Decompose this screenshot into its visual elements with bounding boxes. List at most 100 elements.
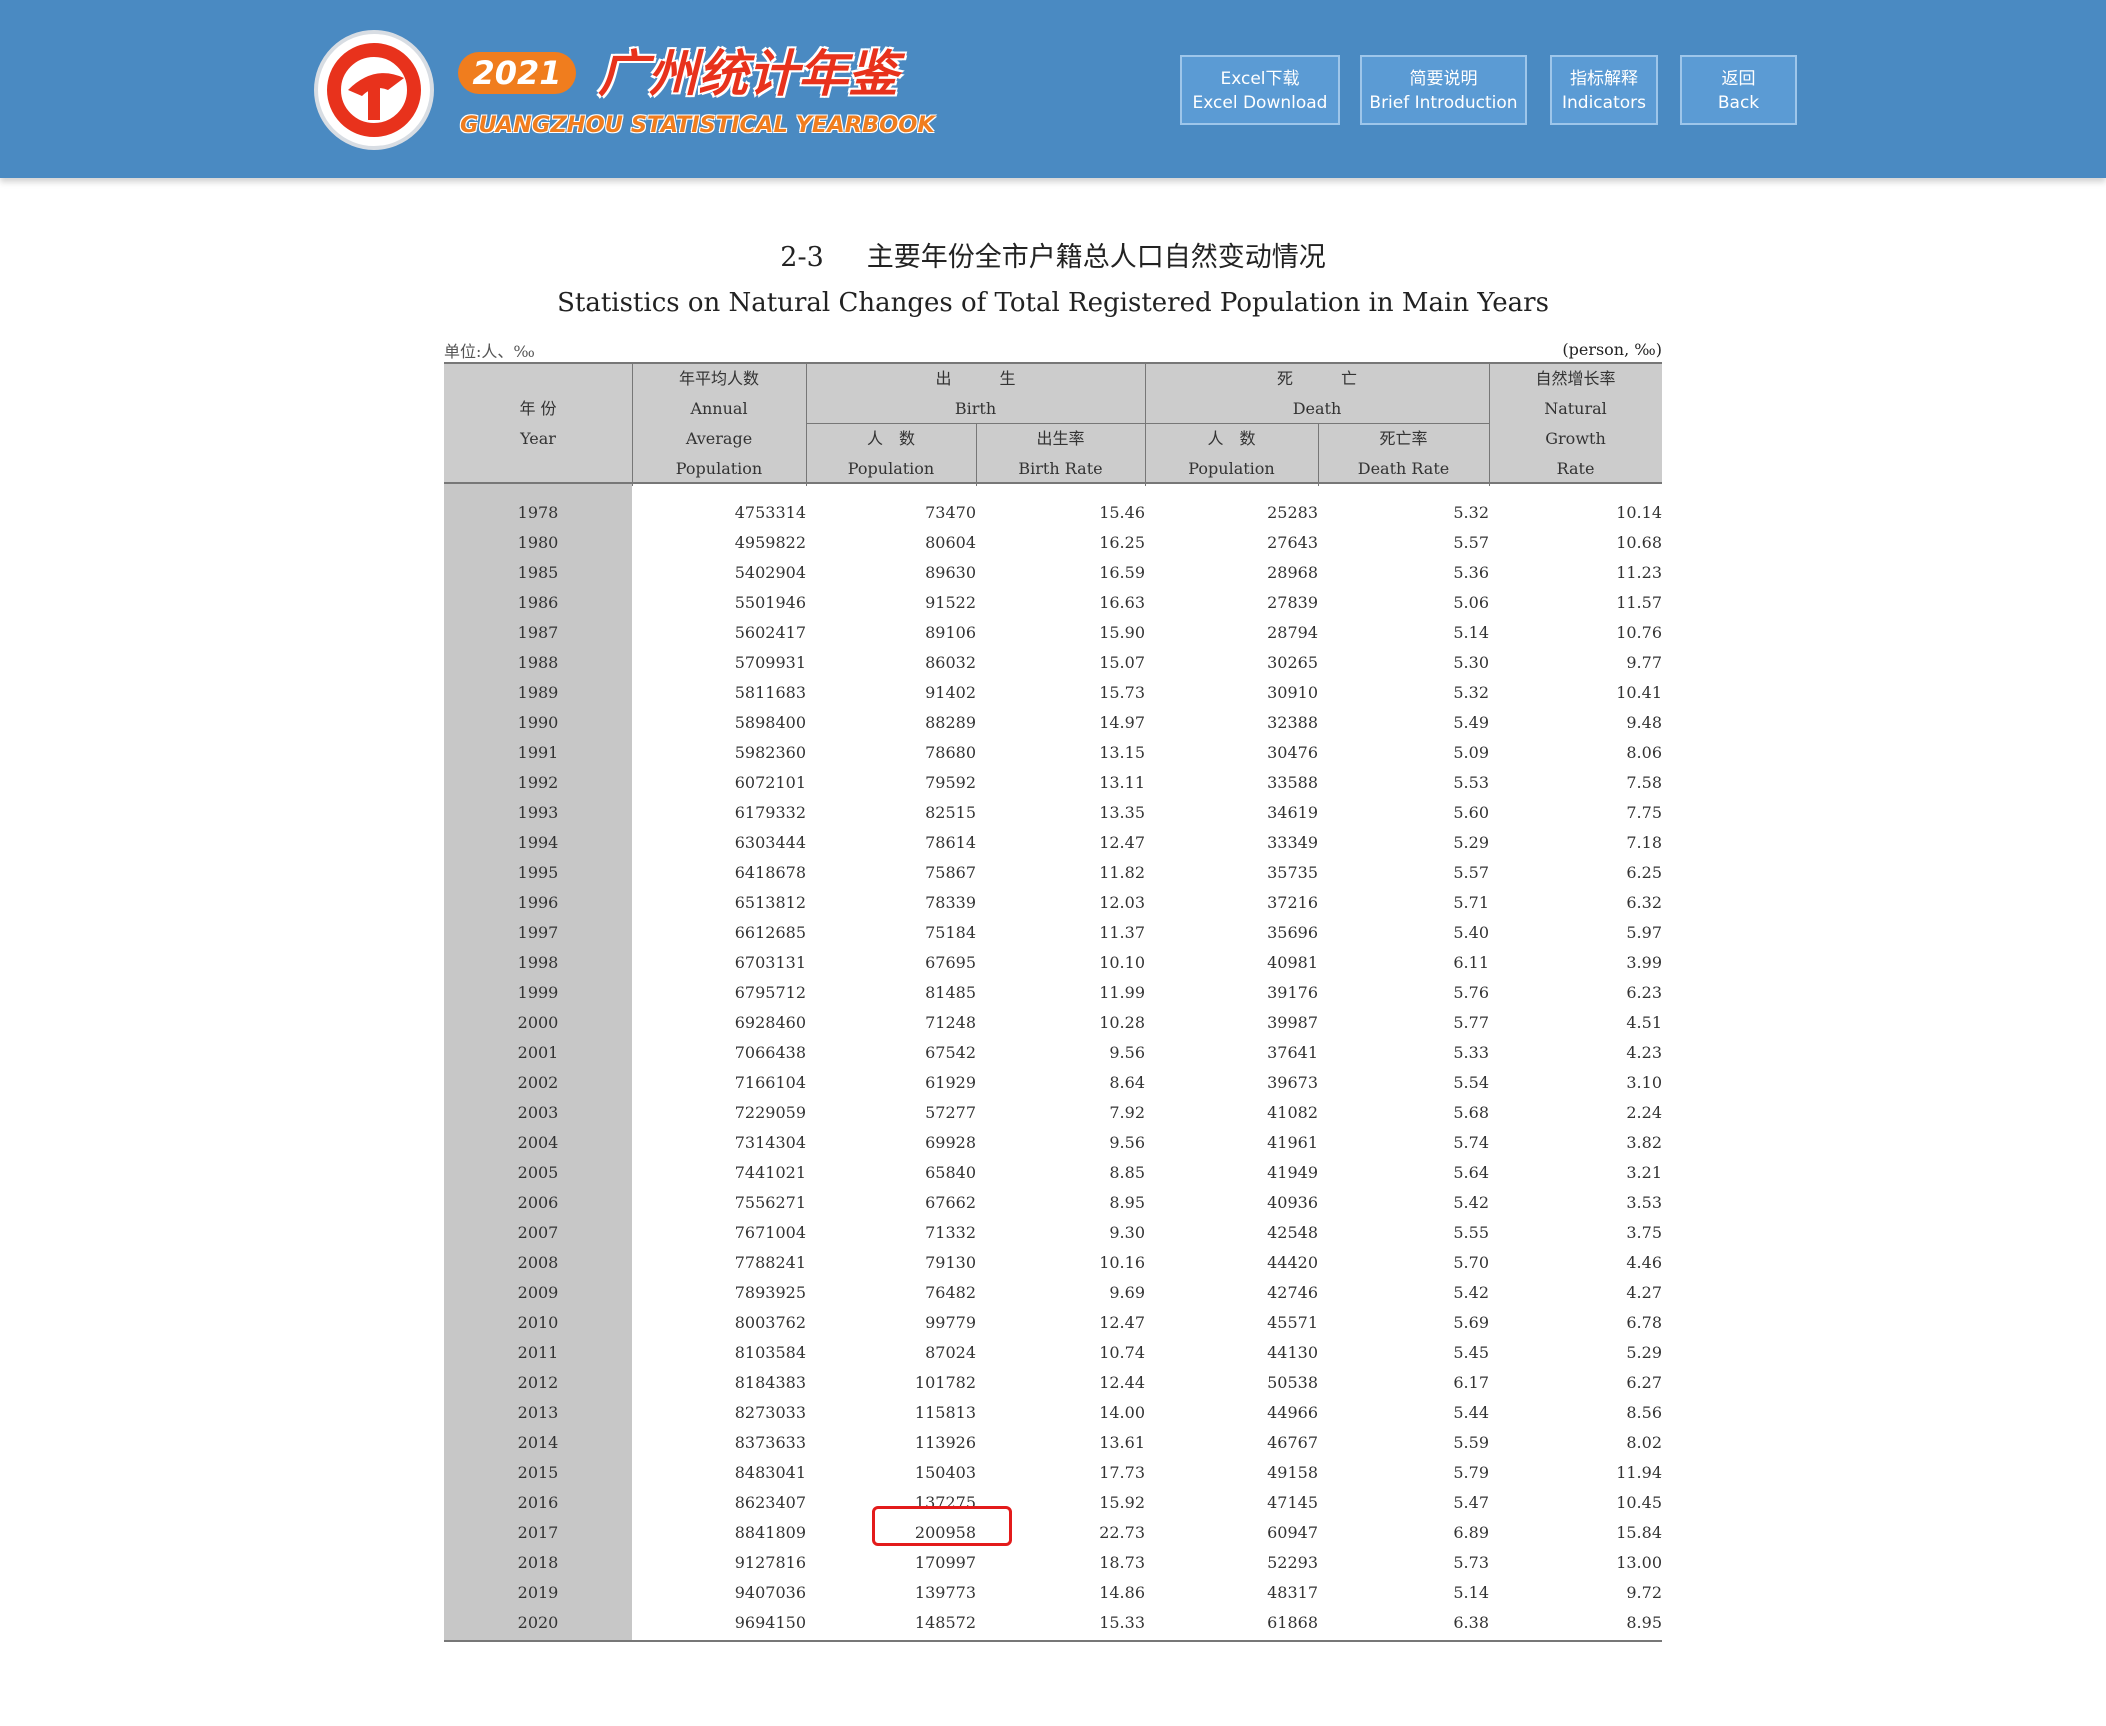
death-rate-cell: 5.57 <box>1453 533 1489 552</box>
death-population-cell: 35735 <box>1267 863 1318 882</box>
birth-population-cell: 75184 <box>925 923 976 942</box>
birth-rate-cell: 9.69 <box>1109 1283 1145 1302</box>
birth-rate-cell: 22.73 <box>1099 1523 1145 1542</box>
table-row: 2001 7066438 67542 9.56 37641 5.33 4.23 <box>444 1038 1662 1068</box>
death-population-cell: 27643 <box>1267 533 1318 552</box>
excel-download-label-en: Excel Download <box>1192 93 1328 113</box>
growth-rate-cell: 8.06 <box>1626 743 1662 762</box>
table-number: 2-3 <box>780 242 824 273</box>
year-cell: 2012 <box>517 1373 559 1392</box>
birth-population-cell: 78680 <box>925 743 976 762</box>
growth-rate-cell: 8.56 <box>1626 1403 1662 1422</box>
header-death-rate-en: Death Rate <box>1357 459 1450 478</box>
death-population-cell: 39176 <box>1267 983 1318 1002</box>
average-population-cell: 7314304 <box>734 1133 806 1152</box>
birth-population-cell: 87024 <box>925 1343 976 1362</box>
table-row: 2002 7166104 61929 8.64 39673 5.54 3.10 <box>444 1068 1662 1098</box>
growth-rate-cell: 4.27 <box>1626 1283 1662 1302</box>
growth-rate-cell: 3.99 <box>1626 953 1662 972</box>
growth-rate-cell: 5.29 <box>1626 1343 1662 1362</box>
average-population-cell: 9407036 <box>734 1583 806 1602</box>
birth-rate-cell: 11.99 <box>1099 983 1145 1002</box>
year-cell: 2011 <box>517 1343 559 1362</box>
death-population-cell: 33588 <box>1267 773 1318 792</box>
growth-rate-cell: 3.82 <box>1626 1133 1662 1152</box>
yearbook-title-cn: 广州统计年鉴 <box>598 45 898 103</box>
table-row: 2020 9694150 148572 15.33 61868 6.38 8.95 <box>444 1608 1662 1638</box>
birth-rate-cell: 15.90 <box>1099 623 1145 642</box>
header-divider <box>1489 364 1490 486</box>
back-label-cn: 返回 <box>1721 69 1756 89</box>
birth-population-cell: 88289 <box>925 713 976 732</box>
birth-rate-cell: 13.35 <box>1099 803 1145 822</box>
growth-rate-cell: 4.23 <box>1626 1043 1662 1062</box>
death-rate-cell: 5.45 <box>1453 1343 1489 1362</box>
death-rate-cell: 5.59 <box>1453 1433 1489 1452</box>
year-cell: 2006 <box>517 1193 559 1212</box>
year-cell: 2016 <box>517 1493 559 1512</box>
table-row: 2008 7788241 79130 10.16 44420 5.70 4.46 <box>444 1248 1662 1278</box>
excel-download-button[interactable]: Excel下载 Excel Download <box>1180 55 1340 125</box>
death-population-cell: 48317 <box>1267 1583 1318 1602</box>
back-button[interactable]: 返回 Back <box>1680 55 1797 125</box>
header-death-pop-en: Population <box>1188 459 1275 478</box>
death-rate-cell: 5.70 <box>1453 1253 1489 1272</box>
table-row: 2007 7671004 71332 9.30 42548 5.55 3.75 <box>444 1218 1662 1248</box>
birth-rate-cell: 14.97 <box>1099 713 1145 732</box>
growth-rate-cell: 11.23 <box>1616 563 1662 582</box>
death-rate-cell: 5.06 <box>1453 593 1489 612</box>
death-population-cell: 50538 <box>1267 1373 1318 1392</box>
birth-population-cell: 170997 <box>914 1553 976 1572</box>
header-avg-en-3: Population <box>675 459 763 478</box>
year-cell: 1988 <box>517 653 559 672</box>
indicators-label-en: Indicators <box>1562 93 1646 113</box>
header-year-en: Year <box>520 429 556 448</box>
death-population-cell: 32388 <box>1267 713 1318 732</box>
birth-rate-cell: 15.46 <box>1099 503 1145 522</box>
average-population-cell: 6418678 <box>734 863 806 882</box>
table-title-cn-text: 主要年份全市户籍总人口自然变动情况 <box>866 242 1326 273</box>
death-rate-cell: 5.14 <box>1453 623 1489 642</box>
death-rate-cell: 5.36 <box>1453 563 1489 582</box>
header-birth-rate-en: Birth Rate <box>1018 459 1103 478</box>
average-population-cell: 8623407 <box>734 1493 806 1512</box>
death-population-cell: 33349 <box>1267 833 1318 852</box>
table-row: 1991 5982360 78680 13.15 30476 5.09 8.06 <box>444 738 1662 768</box>
growth-rate-cell: 8.95 <box>1626 1613 1662 1632</box>
birth-population-cell: 82515 <box>925 803 976 822</box>
average-population-cell: 8841809 <box>734 1523 806 1542</box>
average-population-cell: 6513812 <box>734 893 806 912</box>
birth-population-cell: 99779 <box>925 1313 976 1332</box>
birth-population-cell: 89630 <box>925 563 976 582</box>
death-rate-cell: 5.74 <box>1453 1133 1489 1152</box>
death-rate-cell: 5.73 <box>1453 1553 1489 1572</box>
year-cell: 2009 <box>517 1283 559 1302</box>
average-population-cell: 5811683 <box>734 683 806 702</box>
excel-download-label-cn: Excel下载 <box>1220 69 1300 89</box>
header-birth-en: Birth <box>954 399 997 418</box>
birth-rate-cell: 13.61 <box>1099 1433 1145 1452</box>
death-population-cell: 44130 <box>1267 1343 1318 1362</box>
death-rate-cell: 5.53 <box>1453 773 1489 792</box>
growth-rate-cell: 10.14 <box>1616 503 1662 522</box>
top-banner: 2021 广州统计年鉴 GUANGZHOU STATISTICAL YEARBO… <box>0 0 2106 178</box>
death-population-cell: 30265 <box>1267 653 1318 672</box>
header-divider <box>806 423 1489 424</box>
death-rate-cell: 6.38 <box>1453 1613 1489 1632</box>
header-growth-cn: 自然增长率 <box>1535 369 1616 388</box>
year-cell: 1991 <box>517 743 559 762</box>
death-rate-cell: 5.64 <box>1453 1163 1489 1182</box>
year-cell: 1989 <box>517 683 559 702</box>
yearbook-title-en: GUANGZHOU STATISTICAL YEARBOOK <box>460 112 935 138</box>
birth-population-cell: 75867 <box>925 863 976 882</box>
brief-introduction-label-cn: 简要说明 <box>1409 69 1478 89</box>
death-population-cell: 60947 <box>1267 1523 1318 1542</box>
table-title-en: Statistics on Natural Changes of Total R… <box>557 288 1549 318</box>
birth-population-cell: 78339 <box>925 893 976 912</box>
indicators-button[interactable]: 指标解释 Indicators <box>1550 55 1658 125</box>
year-cell: 1996 <box>517 893 559 912</box>
growth-rate-cell: 3.53 <box>1626 1193 1662 1212</box>
growth-rate-cell: 7.18 <box>1626 833 1662 852</box>
table-row: 2009 7893925 76482 9.69 42746 5.42 4.27 <box>444 1278 1662 1308</box>
brief-introduction-button[interactable]: 简要说明 Brief Introduction <box>1360 55 1527 125</box>
